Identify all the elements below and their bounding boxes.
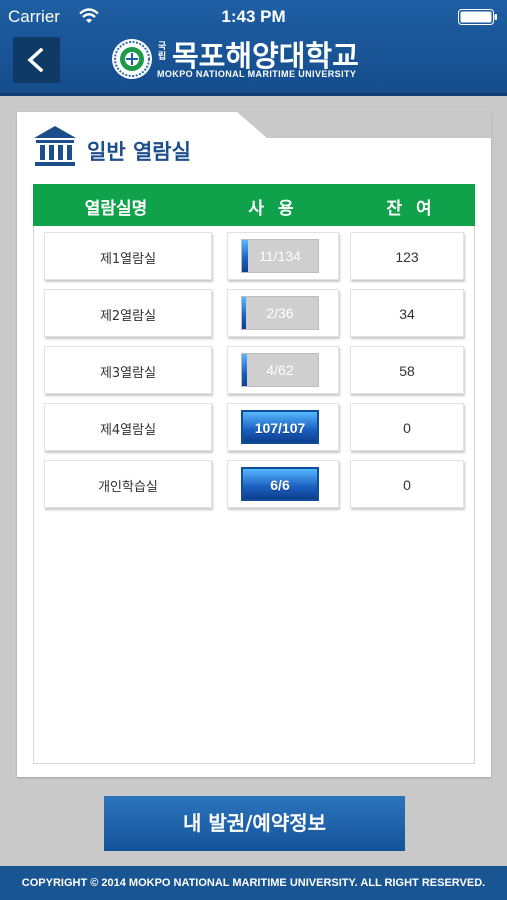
usage-cell: 2/36	[227, 289, 339, 337]
remaining-count: 0	[403, 420, 411, 436]
clock: 1:43 PM	[221, 7, 286, 26]
usage-label: 11/134	[259, 248, 301, 264]
remaining-count: 58	[399, 363, 415, 379]
reading-room-card: 일반 열람실 열람실명 사용 잔여 제1열람실 11/134 123 제2열람실 2/3…	[17, 112, 491, 777]
usage-label: 6/6	[270, 477, 290, 493]
remaining-cell: 123	[350, 232, 464, 280]
table-header: 열람실명 사용 잔여	[33, 184, 475, 226]
usage-progress-bar: 6/6	[241, 467, 319, 501]
usage-cell: 4/62	[227, 346, 339, 394]
table-row[interactable]: 제4열람실 107/107 0	[44, 403, 464, 451]
status-bar: Carrier 1:43 PM	[0, 0, 507, 36]
remaining-count: 34	[399, 306, 415, 322]
room-name: 제3열람실	[99, 366, 157, 381]
usage-cell: 11/134	[227, 232, 339, 280]
battery-icon	[458, 9, 497, 25]
usage-label: 4/62	[266, 362, 294, 378]
footer-copyright: COPYRIGHT © 2014 MOKPO NATIONAL MARITIME…	[0, 866, 507, 900]
header-used: 사용	[248, 199, 308, 219]
university-name-en: MOKPO NATIONAL MARITIME UNIVERSITY	[157, 69, 357, 79]
room-name-cell: 제4열람실	[44, 403, 212, 451]
university-prefix: 국립	[157, 42, 167, 62]
remaining-cell: 0	[350, 460, 464, 508]
room-name-cell: 개인학습실	[44, 460, 212, 508]
back-button[interactable]	[13, 37, 60, 83]
usage-progress-bar: 4/62	[241, 353, 319, 387]
room-name: 제4열람실	[99, 423, 157, 438]
remaining-cell: 58	[350, 346, 464, 394]
room-name-cell: 제3열람실	[44, 346, 212, 394]
table-row[interactable]: 제1열람실 11/134 123	[44, 232, 464, 280]
header-remaining: 잔여	[386, 199, 446, 219]
usage-label: 107/107	[254, 420, 306, 436]
library-building-icon	[34, 126, 76, 166]
usage-progress-bar: 11/134	[241, 239, 319, 273]
room-name: 제1열람실	[99, 252, 157, 267]
app-header: Carrier 1:43 PM 국립 목포해양대학교 MOKPO NATIONA…	[0, 0, 507, 96]
room-name: 제2열람실	[99, 309, 157, 324]
room-name-cell: 제2열람실	[44, 289, 212, 337]
room-name: 개인학습실	[98, 480, 158, 495]
usage-cell: 6/6	[227, 460, 339, 508]
remaining-cell: 0	[350, 403, 464, 451]
chevron-left-icon	[27, 48, 44, 72]
usage-progress-bar: 107/107	[241, 410, 319, 444]
table-row[interactable]: 개인학습실 6/6 0	[44, 460, 464, 508]
header-room-name: 열람실명	[84, 199, 148, 219]
usage-progress-bar: 2/36	[241, 296, 319, 330]
table-row[interactable]: 제2열람실 2/36 34	[44, 289, 464, 337]
table-row[interactable]: 제3열람실 4/62 58	[44, 346, 464, 394]
room-name-cell: 제1열람실	[44, 232, 212, 280]
usage-label: 2/36	[266, 305, 294, 321]
my-ticket-reservation-button[interactable]: 내 발권/예약정보	[104, 796, 405, 851]
remaining-cell: 34	[350, 289, 464, 337]
remaining-count: 0	[403, 477, 411, 493]
remaining-count: 123	[395, 249, 419, 265]
usage-cell: 107/107	[227, 403, 339, 451]
university-emblem-icon	[112, 39, 152, 79]
section-title: 일반 열람실	[87, 140, 191, 164]
